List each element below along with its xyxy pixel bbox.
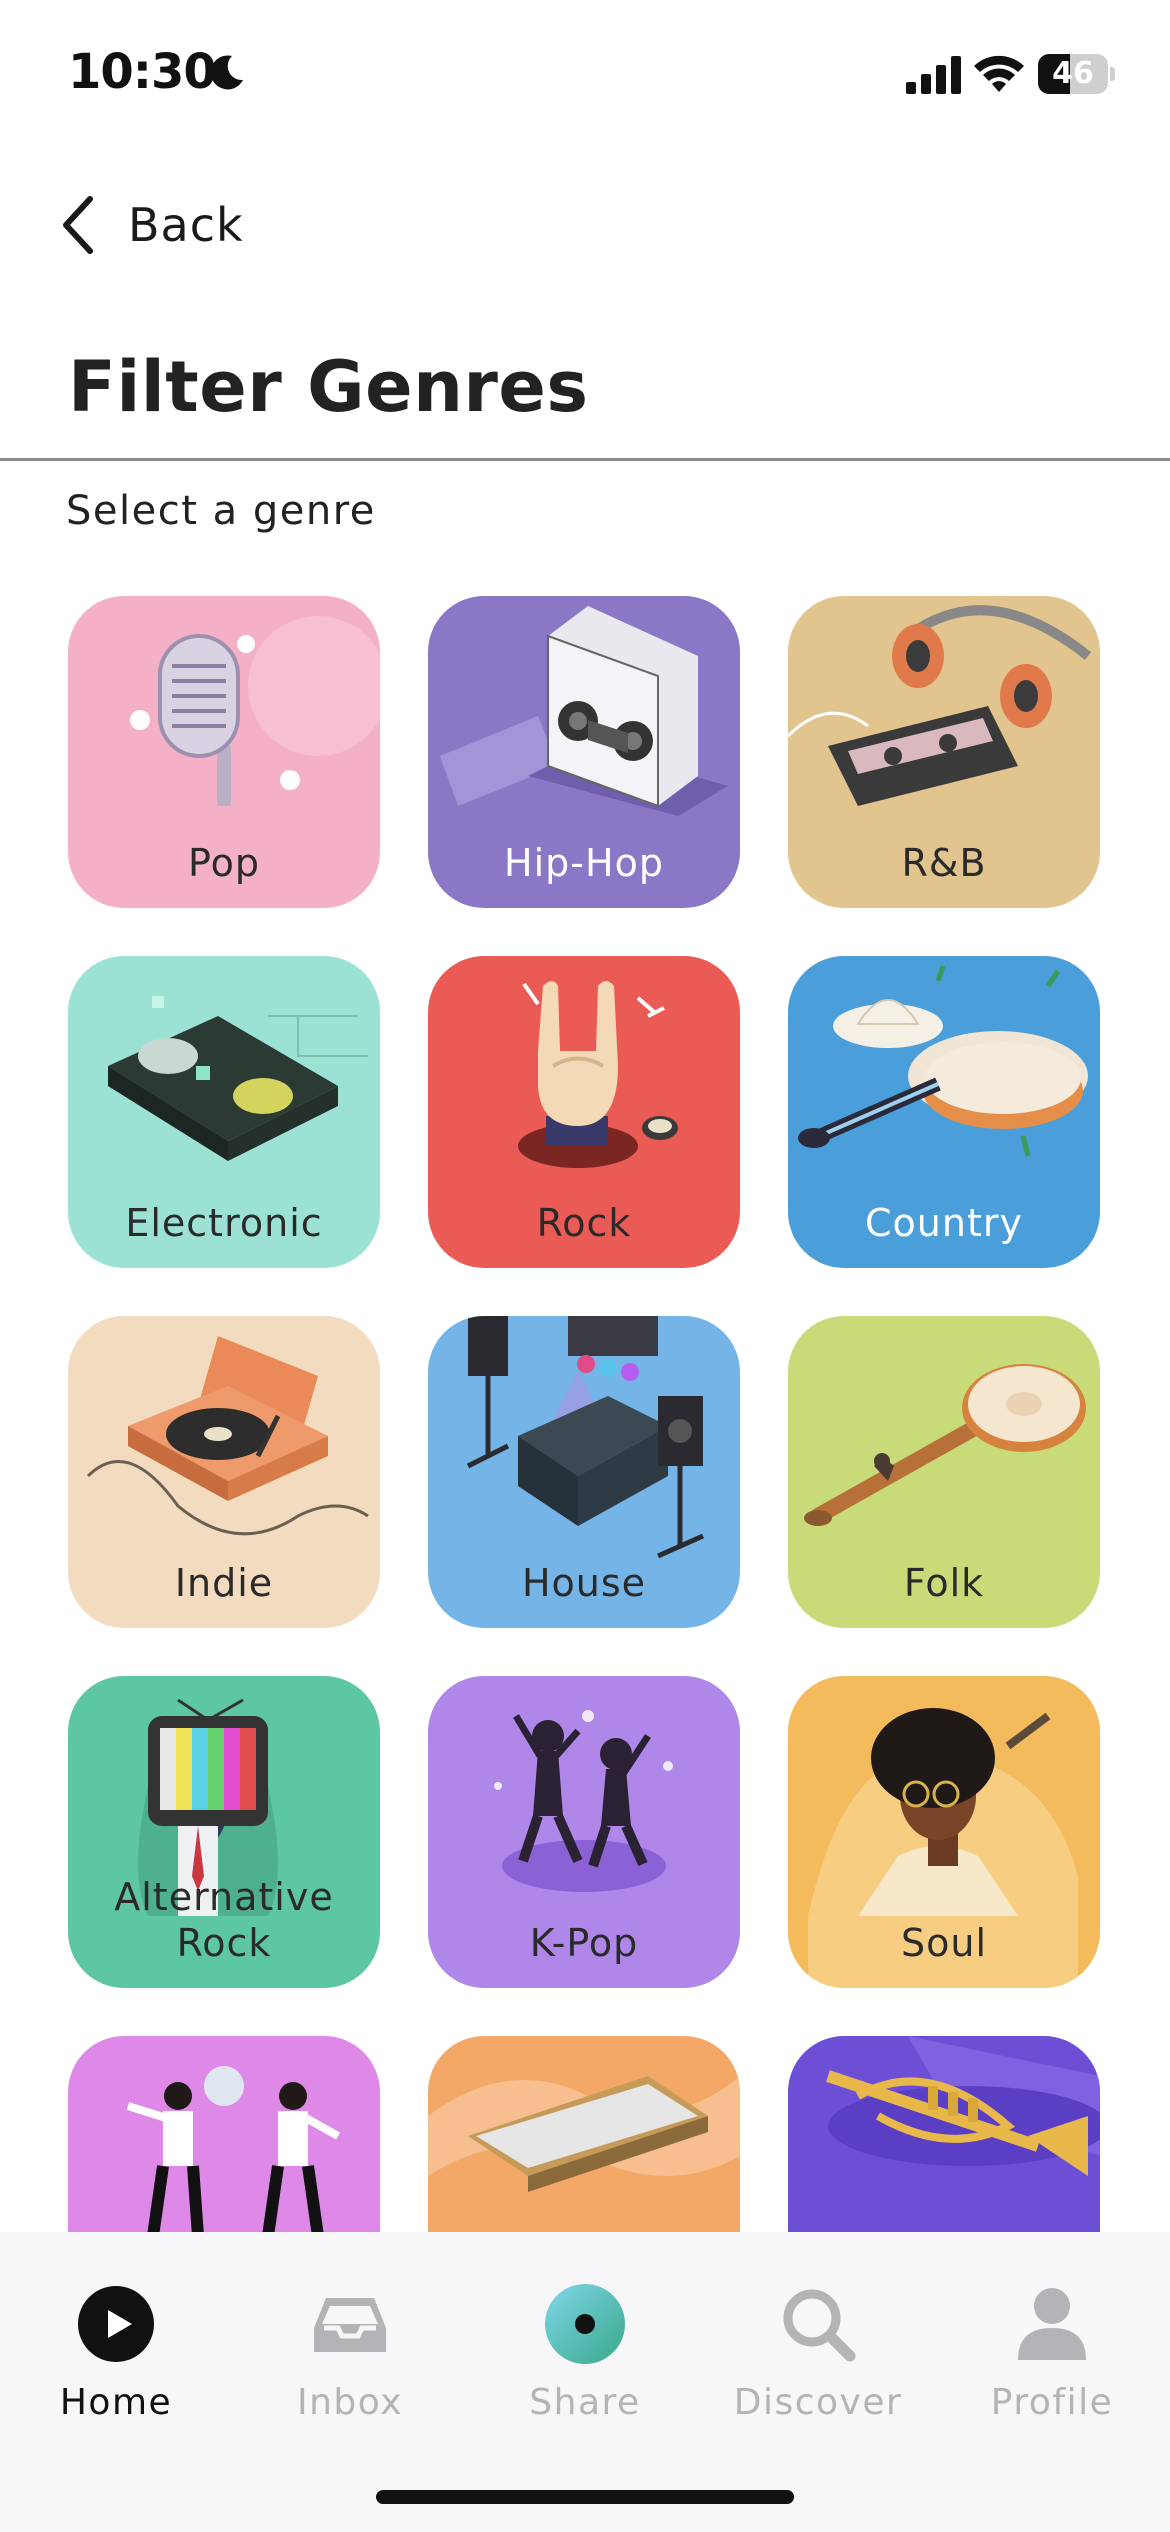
genre-tile-hip-hop[interactable]: Hip-Hop (428, 596, 740, 908)
harmonica-icon (428, 2036, 740, 2232)
genre-grid: Pop Hip-Hop R&B Electronic Rock Country … (68, 596, 1104, 2232)
genre-tile-electronic[interactable]: Electronic (68, 956, 380, 1268)
back-button[interactable]: Back (58, 190, 244, 260)
battery-icon: 46 (1038, 54, 1115, 94)
genre-label: R&B (901, 841, 987, 885)
status-bar: 10:30 46 (0, 0, 1170, 150)
page-title: Filter Genres (68, 346, 589, 428)
search-icon (783, 2289, 856, 2362)
cellular-signal-icon (906, 56, 961, 94)
share-orb-icon (545, 2284, 625, 2364)
genre-tile-soul[interactable]: Soul (788, 1676, 1100, 1988)
disco-dancers-icon (68, 2036, 380, 2232)
genre-tile-rnb[interactable]: R&B (788, 596, 1100, 908)
genre-tile-pop[interactable]: Pop (68, 596, 380, 908)
status-time: 10:30 (68, 44, 217, 100)
genre-tile-alternative-rock[interactable]: Alternative Rock (68, 1676, 380, 1988)
chevron-left-icon (63, 196, 93, 254)
genre-tile-disco[interactable] (68, 2036, 380, 2232)
genre-label: Indie (174, 1561, 274, 1605)
tab-inbox[interactable]: Inbox (250, 2284, 450, 2454)
trumpet-icon (788, 2036, 1100, 2232)
tab-bar: Home Inbox Share Discover Profile (0, 2232, 1170, 2532)
tab-label: Inbox (296, 2382, 403, 2423)
genre-label: Alternative Rock (114, 1875, 334, 1965)
genre-tile-folk[interactable]: Folk (788, 1316, 1100, 1628)
genre-tile-indie[interactable]: Indie (68, 1316, 380, 1628)
profile-icon (1018, 2288, 1086, 2360)
genre-tile-blues[interactable] (428, 2036, 740, 2232)
header-divider (0, 458, 1170, 461)
tab-label: Discover (733, 2382, 903, 2423)
tab-label: Share (529, 2382, 641, 2423)
genre-grid-scroll[interactable]: Pop Hip-Hop R&B Electronic Rock Country … (0, 560, 1170, 2232)
genre-label: House (521, 1561, 647, 1605)
tab-share[interactable]: Share (485, 2284, 685, 2454)
genre-label: Soul (900, 1921, 987, 1965)
genre-tile-country[interactable]: Country (788, 956, 1100, 1268)
back-label: Back (128, 198, 244, 252)
battery-level: 46 (1052, 56, 1094, 91)
genre-label: Country (865, 1201, 1023, 1245)
genre-label: Hip-Hop (504, 841, 664, 885)
genre-tile-jazz[interactable] (788, 2036, 1100, 2232)
genre-label: Folk (903, 1561, 985, 1605)
home-indicator (376, 2490, 794, 2504)
wifi-icon (974, 55, 1024, 92)
tab-home[interactable]: Home (16, 2284, 216, 2454)
subtitle: Select a genre (66, 488, 376, 534)
tab-label: Profile (990, 2382, 1114, 2423)
genre-tile-k-pop[interactable]: K-Pop (428, 1676, 740, 1988)
moon-icon (210, 55, 243, 90)
genre-label: Electronic (125, 1201, 323, 1245)
tab-profile[interactable]: Profile (952, 2284, 1152, 2454)
tab-label: Home (59, 2382, 173, 2423)
genre-label: K-Pop (529, 1921, 639, 1965)
home-play-icon (78, 2286, 154, 2362)
inbox-icon (314, 2298, 386, 2352)
genre-label: Pop (188, 841, 260, 885)
genre-tile-rock[interactable]: Rock (428, 956, 740, 1268)
genre-label: Rock (536, 1201, 632, 1245)
tab-discover[interactable]: Discover (718, 2284, 918, 2454)
genre-tile-house[interactable]: House (428, 1316, 740, 1628)
